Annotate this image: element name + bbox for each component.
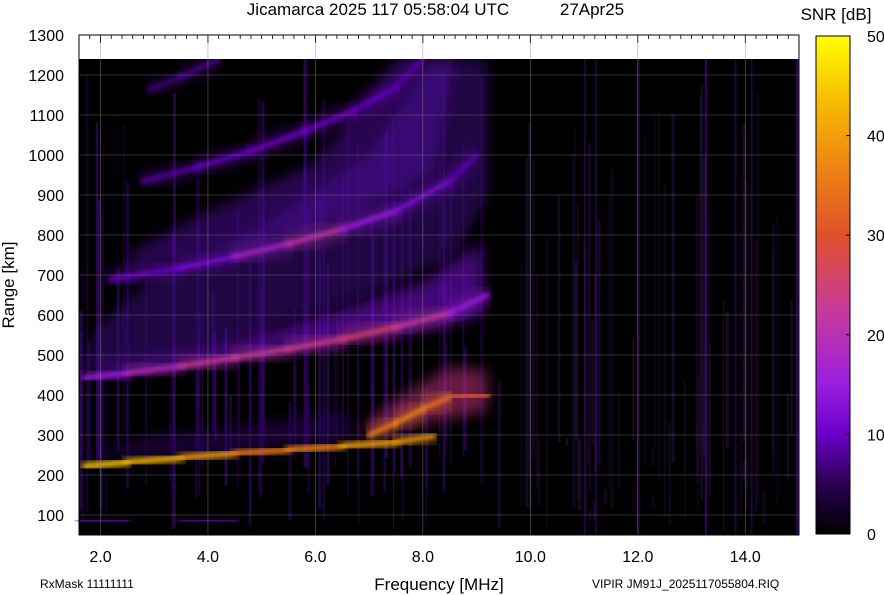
noise-streak <box>668 421 671 525</box>
colorbar-tick-label: 20 <box>867 328 884 345</box>
noise-streak <box>700 85 703 501</box>
interference-line <box>750 57 753 535</box>
noise-streak <box>663 184 667 519</box>
noise-streak <box>610 168 614 511</box>
y-tick-label: 1100 <box>30 108 65 125</box>
noise-streak <box>534 313 536 472</box>
y-axis-label: Range [km] <box>0 242 18 329</box>
noise-streak <box>532 159 535 459</box>
noise-streak <box>588 462 592 492</box>
no-data-strip <box>79 35 799 59</box>
colorbar-tick-label: 40 <box>867 129 884 146</box>
ionogram-chart: Jicamarca 2025 117 05:58:04 UTC 27Apr25 … <box>0 0 884 594</box>
colorbar-tick-label: 0 <box>867 527 876 544</box>
noise-streak <box>597 220 601 463</box>
y-tick-label: 100 <box>37 508 64 525</box>
interference-line <box>734 57 737 535</box>
x-tick-label: 2.0 <box>89 549 111 566</box>
noise-streak <box>658 110 660 481</box>
colorbar-ticks: 0 10 20 30 40 50 <box>846 29 884 544</box>
y-tick-label: 500 <box>37 348 64 365</box>
noise-streak <box>762 490 766 524</box>
noise-streak <box>557 194 561 443</box>
rxmask-label: RxMask 11111111 <box>40 577 134 591</box>
colorbar-tick-label: 50 <box>867 29 884 46</box>
y-tick-label: 200 <box>37 468 64 485</box>
noise-streak <box>497 380 502 529</box>
y-tick-label: 1000 <box>28 148 64 165</box>
y-tick-label: 700 <box>37 268 64 285</box>
noise-streak <box>536 275 539 488</box>
y-axis-ticks: 100 200 300 400 500 600 700 800 900 1000 1100 1200 1… <box>28 28 64 525</box>
noise-streak <box>671 114 675 463</box>
noise-streak <box>587 142 591 464</box>
noise-streak <box>632 483 636 513</box>
noise-streak <box>604 489 608 504</box>
x-tick-label: 8.0 <box>412 549 434 566</box>
y-tick-label: 900 <box>37 188 64 205</box>
noise-streak <box>520 259 523 506</box>
y-tick-label: 300 <box>37 428 64 445</box>
x-axis-label: Frequency [MHz] <box>374 575 503 594</box>
noise-streak <box>776 216 779 505</box>
noise-streak <box>591 320 594 444</box>
x-tick-label: 10.0 <box>515 549 546 566</box>
noise-streak <box>708 343 712 497</box>
noise-streak <box>102 143 105 456</box>
interference-line <box>584 57 587 535</box>
y-tick-label: 1300 <box>28 28 64 45</box>
x-tick-label: 14.0 <box>730 549 761 566</box>
colorbar-tick-label: 30 <box>867 228 884 245</box>
noise-streak <box>95 122 99 469</box>
noise-streak <box>632 337 634 441</box>
noise-streak <box>790 300 793 436</box>
noise-streak <box>695 196 699 477</box>
chart-date: 27Apr25 <box>560 0 624 19</box>
noise-streak <box>565 437 569 446</box>
interference-line <box>594 57 597 535</box>
noise-streak <box>754 241 757 512</box>
noise-streak <box>725 311 729 448</box>
colorbar-label: SNR [dB] <box>801 5 872 24</box>
noise-streak <box>722 299 725 531</box>
y-tick-label: 1200 <box>28 68 64 85</box>
noise-streak <box>574 126 576 508</box>
noise-streak <box>771 249 775 451</box>
noise-streak <box>653 112 656 451</box>
x-tick-label: 12.0 <box>622 549 653 566</box>
noise-streak <box>576 201 579 499</box>
y-tick-label: 800 <box>37 228 64 245</box>
interference-line <box>704 57 707 535</box>
noise-streak <box>684 380 686 470</box>
noise-streak <box>608 195 610 489</box>
noise-streak <box>742 457 744 492</box>
x-tick-label: 4.0 <box>197 549 219 566</box>
x-axis-ticks: 2.0 4.0 6.0 8.0 10.0 12.0 14.0 <box>89 549 761 566</box>
y-tick-label: 600 <box>37 308 64 325</box>
noise-streak <box>651 496 655 508</box>
noise-streak <box>81 266 84 522</box>
x-tick-label: 6.0 <box>304 549 326 566</box>
noise-streak <box>651 449 655 467</box>
noise-streak <box>627 506 629 511</box>
noise-streak <box>740 231 742 518</box>
noise-streak <box>525 157 528 508</box>
file-name-label: VIPIR JM91J_2025117055804.RIQ <box>592 577 779 591</box>
noise-streak <box>643 133 647 463</box>
noise-streak <box>786 393 790 479</box>
noise-streak <box>528 122 532 474</box>
noise-streak <box>744 178 748 488</box>
noise-streak <box>524 442 528 445</box>
colorbar <box>815 35 851 535</box>
chart-title: Jicamarca 2025 117 05:58:04 UTC <box>247 0 509 19</box>
noise-streak <box>545 238 548 526</box>
colorbar-tick-label: 10 <box>867 427 884 444</box>
noise-streak <box>99 374 103 508</box>
y-tick-label: 400 <box>37 388 64 405</box>
